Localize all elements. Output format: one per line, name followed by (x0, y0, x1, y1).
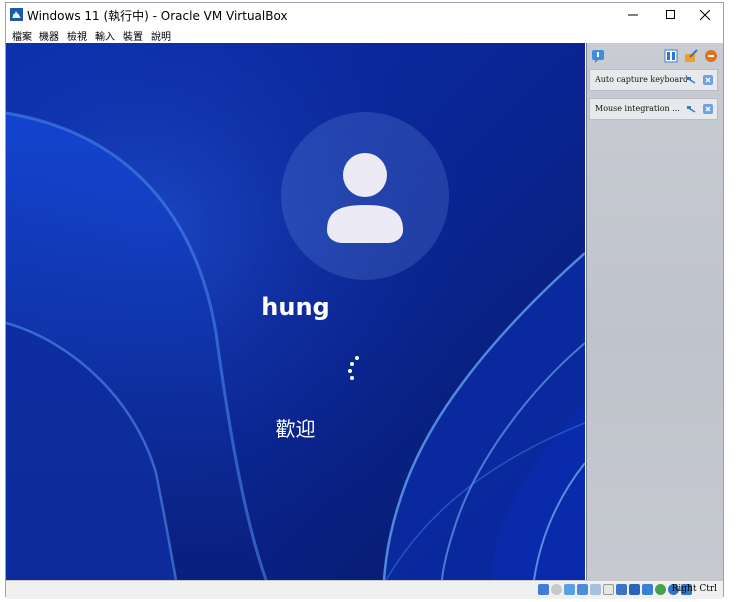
user-silhouette-icon (327, 153, 403, 243)
host-key-label: Right Ctrl (671, 584, 717, 594)
close-notice-icon[interactable] (703, 75, 713, 85)
optical-drive-icon[interactable] (551, 584, 562, 595)
toggle-stack-icon[interactable] (664, 49, 678, 63)
video-capture-icon[interactable] (629, 584, 640, 595)
network-icon[interactable] (577, 584, 588, 595)
menu-bar: 檔案 機器 檢視 輸入 裝置 說明 (6, 28, 723, 43)
shared-folders-icon[interactable] (603, 584, 614, 595)
settings-brush-icon[interactable] (684, 49, 698, 63)
status-bar: Right Ctrl (6, 580, 723, 599)
notice-text: Mouse integration ... (595, 104, 680, 113)
menu-machine[interactable]: 機器 (39, 28, 59, 43)
hard-disk-icon[interactable] (538, 584, 549, 595)
close-button[interactable] (686, 3, 724, 27)
minimize-icon (628, 14, 638, 16)
audio-icon[interactable] (564, 584, 575, 595)
recording-icon[interactable] (642, 584, 653, 595)
loading-spinner-icon (348, 356, 359, 380)
notice-auto-capture-keyboard[interactable]: Auto capture keyboard ... (589, 69, 718, 91)
maximize-icon (666, 10, 675, 19)
close-all-notices-icon[interactable] (704, 49, 718, 63)
notice-text: Auto capture keyboard ... (595, 75, 687, 84)
menu-devices[interactable]: 裝置 (123, 28, 143, 43)
minimize-button[interactable] (614, 3, 652, 27)
user-avatar[interactable] (281, 112, 449, 280)
close-notice-icon[interactable] (703, 104, 713, 114)
menu-file[interactable]: 檔案 (12, 28, 32, 43)
help-bubble-icon[interactable] (591, 49, 605, 63)
title-bar[interactable]: Windows 11 (執行中) - Oracle VM VirtualBox (6, 3, 723, 27)
username-label: hung (261, 293, 330, 321)
guest-display[interactable]: hung 歡迎 (6, 43, 585, 580)
mute-notice-icon[interactable] (686, 104, 696, 114)
menu-help[interactable]: 說明 (151, 28, 171, 43)
close-icon (700, 10, 710, 20)
cpu-icon[interactable] (655, 584, 666, 595)
notification-center-panel: Auto capture keyboard ... Mouse integrat… (586, 43, 723, 580)
usb-icon[interactable] (590, 584, 601, 595)
virtualbox-window: Windows 11 (執行中) - Oracle VM VirtualBox … (5, 2, 724, 599)
virtualbox-app-icon (10, 8, 23, 21)
menu-view[interactable]: 檢視 (67, 28, 87, 43)
welcome-status-text: 歡迎 (275, 417, 316, 441)
maximize-button[interactable] (652, 3, 690, 27)
mute-notice-icon[interactable] (686, 75, 696, 85)
menu-input[interactable]: 輸入 (95, 28, 115, 43)
display-icon[interactable] (616, 584, 627, 595)
notice-mouse-integration[interactable]: Mouse integration ... (589, 98, 718, 120)
window-title: Windows 11 (執行中) - Oracle VM VirtualBox (27, 9, 288, 23)
